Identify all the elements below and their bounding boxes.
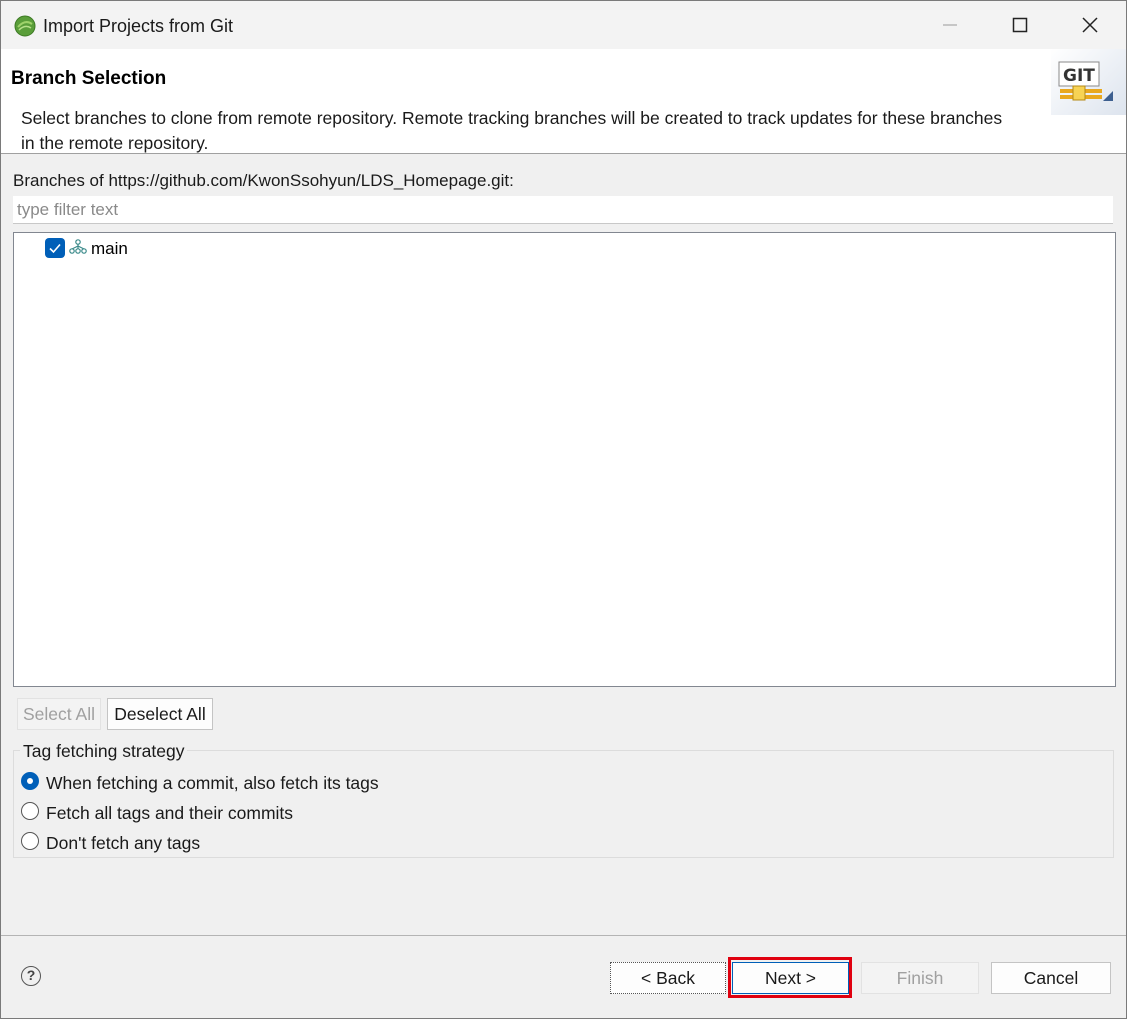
maximize-button[interactable]: [985, 1, 1055, 49]
page-description: Select branches to clone from remote rep…: [21, 108, 1003, 153]
radio-button[interactable]: [21, 832, 39, 850]
page-title: Branch Selection: [11, 68, 167, 89]
branch-icon: [69, 239, 87, 260]
minimize-button[interactable]: [915, 1, 985, 49]
branch-filter-input[interactable]: [13, 196, 1113, 224]
git-badge-text: GIT: [1063, 66, 1095, 86]
radio-label: Don't fetch any tags: [46, 833, 201, 853]
question-mark-icon[interactable]: ?: [21, 966, 41, 986]
minimize-icon: [943, 24, 957, 26]
window-title: Import Projects from Git: [43, 16, 234, 36]
checkmark-icon: [49, 243, 61, 254]
back-button[interactable]: < Back: [610, 962, 726, 994]
deselect-all-button[interactable]: Deselect All: [107, 698, 213, 730]
radio-label: Fetch all tags and their commits: [46, 803, 294, 823]
title-bar[interactable]: Import Projects from Git: [1, 1, 1126, 49]
close-button[interactable]: [1055, 1, 1125, 49]
branch-checkbox[interactable]: [45, 238, 65, 258]
tag-strategy-label: Tag fetching strategy: [20, 741, 188, 762]
branches-label: Branches of https://github.com/KwonSsohy…: [13, 171, 514, 190]
eclipse-app-icon: [14, 15, 36, 37]
branch-name: main: [91, 239, 128, 258]
branch-tree[interactable]: main: [13, 232, 1116, 687]
close-icon: [1082, 17, 1098, 33]
cancel-button[interactable]: Cancel: [991, 962, 1111, 994]
select-all-button[interactable]: Select All: [17, 698, 101, 730]
radio-button[interactable]: [21, 802, 39, 820]
maximize-icon: [1012, 17, 1028, 33]
radio-button[interactable]: [21, 772, 39, 790]
footer-divider: [1, 935, 1126, 936]
radio-label: When fetching a commit, also fetch its t…: [46, 773, 379, 793]
git-wizard-icon: GIT: [1051, 49, 1126, 115]
wizard-banner: Branch Selection Select branches to clon…: [1, 49, 1126, 154]
next-button[interactable]: Next >: [732, 962, 849, 994]
finish-button[interactable]: Finish: [861, 962, 979, 994]
import-projects-dialog: Import Projects from Git Branch Selectio…: [0, 0, 1127, 1019]
